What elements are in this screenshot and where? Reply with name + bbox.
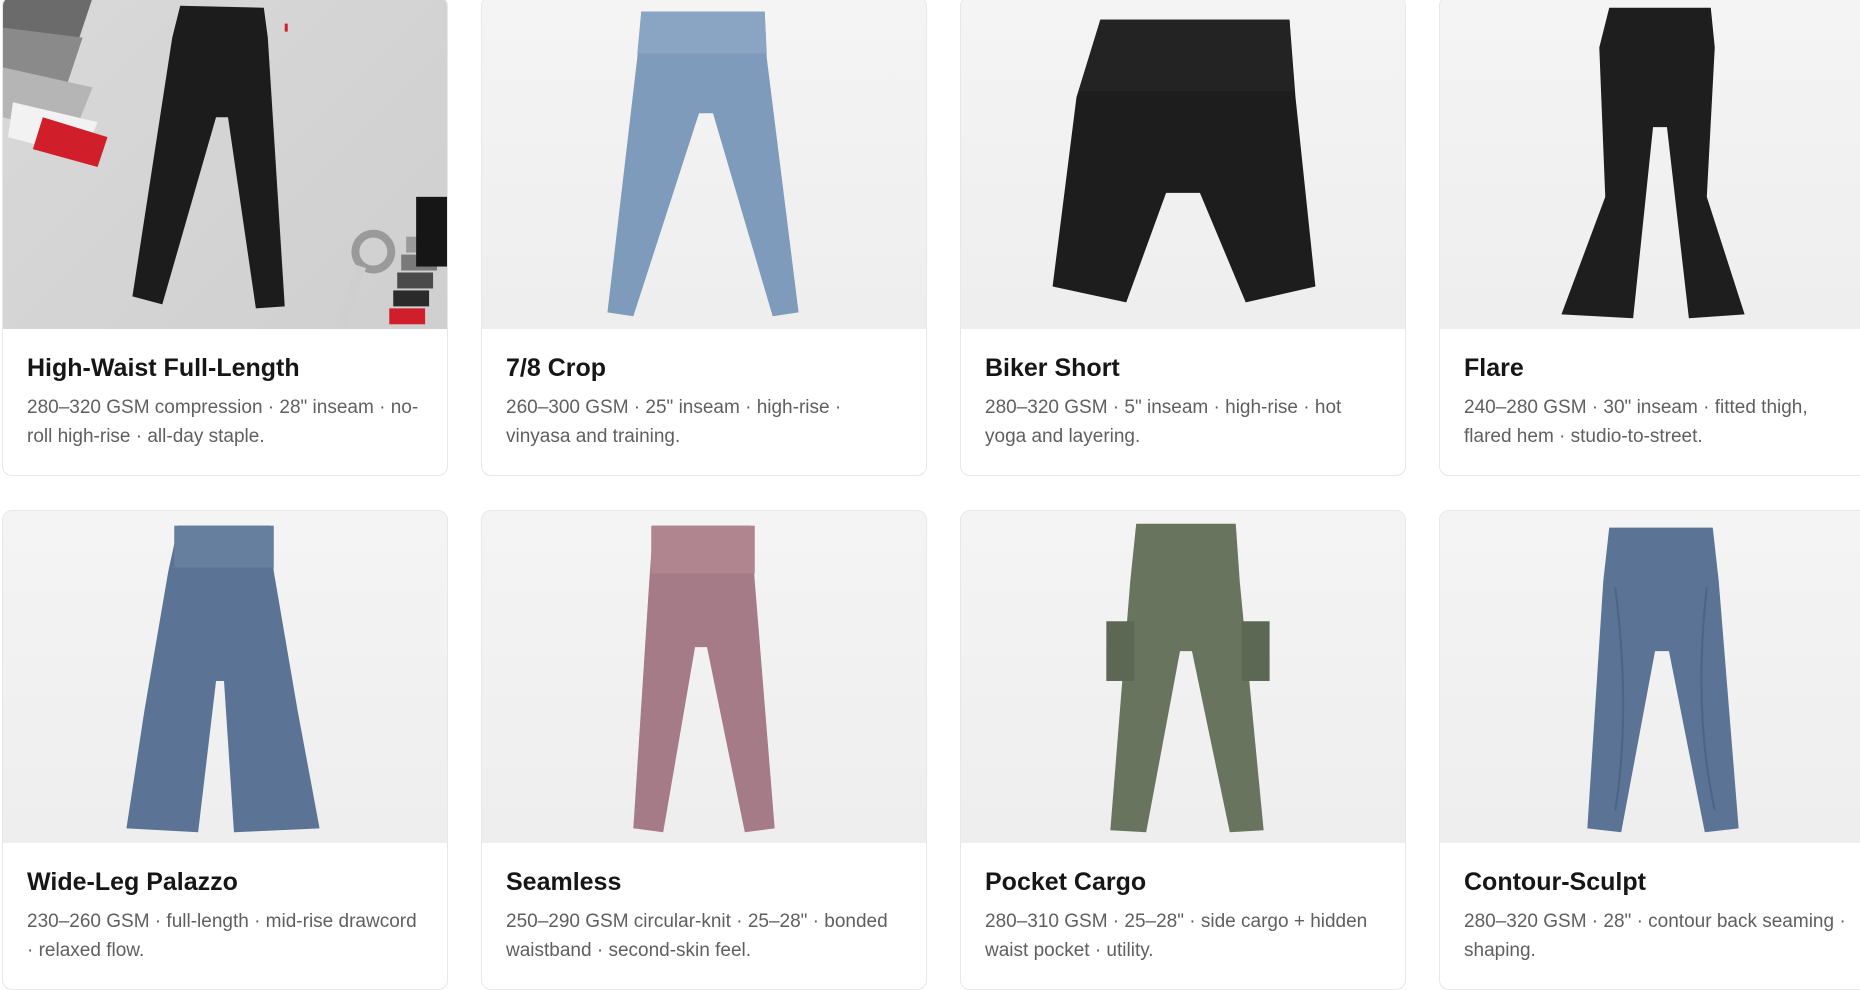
product-card-contour-sculpt[interactable]: Contour-Sculpt 280–320 GSM · 28" · conto… (1439, 510, 1860, 990)
fabric-swatches-icon (3, 0, 108, 167)
product-card-flare[interactable]: Flare 240–280 GSM · 30" inseam · fitted … (1439, 0, 1860, 476)
contour-legging-illustration (1587, 527, 1739, 833)
product-image[interactable] (3, 511, 447, 843)
product-description: 280–320 GSM compression · 28" inseam · n… (27, 397, 419, 447)
product-description: 280–320 GSM · 28" · contour back seaming… (1464, 911, 1846, 961)
product-title[interactable]: Pocket Cargo (985, 867, 1381, 897)
product-image[interactable] (961, 0, 1405, 329)
product-card-pocket-cargo[interactable]: Pocket Cargo 280–310 GSM · 25–28" · side… (960, 510, 1406, 990)
product-description: 260–300 GSM · 25" inseam · high-rise · v… (506, 397, 842, 447)
crop-legging-illustration (607, 11, 799, 317)
product-title[interactable]: Seamless (506, 867, 902, 897)
product-card-seamless[interactable]: Seamless 250–290 GSM circular-knit · 25–… (481, 510, 927, 990)
cargo-legging-illustration (1106, 523, 1270, 833)
product-description: 280–320 GSM · 5" inseam · high-rise · ho… (985, 397, 1342, 447)
product-grid: High-Waist Full-Length 280–320 GSM compr… (2, 0, 1860, 990)
product-card-biker-short[interactable]: Biker Short 280–320 GSM · 5" inseam · hi… (960, 0, 1406, 476)
product-title[interactable]: High-Waist Full-Length (27, 353, 423, 383)
biker-short-illustration (1052, 19, 1316, 303)
product-title[interactable]: Wide-Leg Palazzo (27, 867, 423, 897)
seamless-legging-illustration (633, 525, 775, 833)
palazzo-pant-illustration (126, 525, 320, 833)
product-image[interactable] (482, 511, 926, 843)
product-description: 250–290 GSM circular-knit · 25–28" · bon… (506, 911, 888, 961)
product-title[interactable]: Flare (1464, 353, 1860, 383)
product-card-wide-leg-palazzo[interactable]: Wide-Leg Palazzo 230–260 GSM · full-leng… (2, 510, 448, 990)
legging-flatlay-illustration (3, 0, 447, 328)
product-image[interactable] (3, 0, 447, 329)
flare-legging-illustration (1561, 7, 1745, 319)
product-card-high-waist-full-length[interactable]: High-Waist Full-Length 280–320 GSM compr… (2, 0, 448, 476)
measuring-tape-icon (336, 229, 396, 328)
product-description: 230–260 GSM · full-length · mid-rise dra… (27, 911, 417, 961)
product-title[interactable]: 7/8 Crop (506, 353, 902, 383)
product-title[interactable]: Biker Short (985, 353, 1381, 383)
product-image[interactable] (1440, 511, 1860, 843)
product-description: 280–310 GSM · 25–28" · side cargo + hidd… (985, 911, 1368, 961)
product-title[interactable]: Contour-Sculpt (1464, 867, 1860, 897)
product-image[interactable] (1440, 0, 1860, 329)
product-image[interactable] (961, 511, 1405, 843)
product-card-7-8-crop[interactable]: 7/8 Crop 260–300 GSM · 25" inseam · high… (481, 0, 927, 476)
product-description: 240–280 GSM · 30" inseam · fitted thigh,… (1464, 397, 1808, 447)
product-image[interactable] (482, 0, 926, 329)
